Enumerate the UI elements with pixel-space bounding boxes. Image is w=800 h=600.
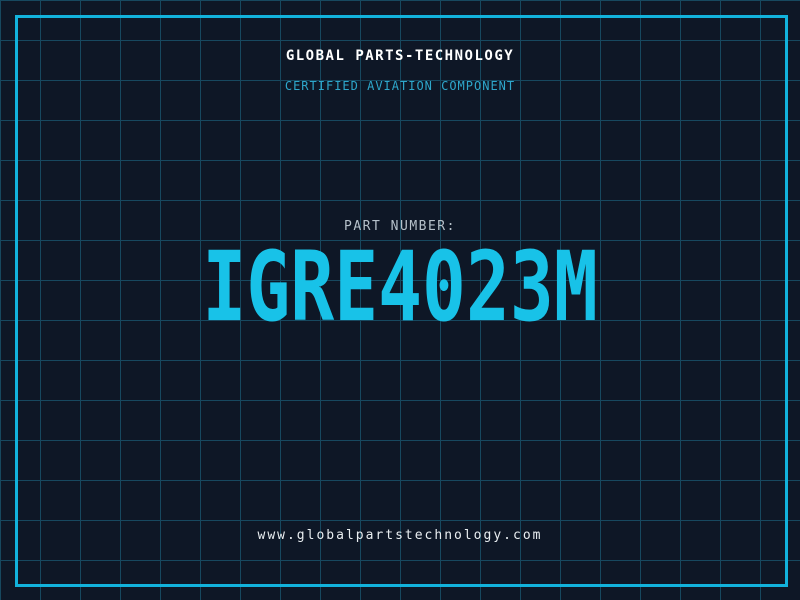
certification-subtitle: CERTIFIED AVIATION COMPONENT bbox=[284, 79, 516, 93]
part-number-container: IGRE4023M bbox=[0, 239, 800, 339]
brand-title: GLOBAL PARTS-TECHNOLOGY bbox=[285, 48, 515, 64]
website-url: www.globalpartstechnology.com bbox=[257, 528, 543, 543]
part-number-value: IGRE4023M bbox=[202, 231, 598, 343]
part-label-placard: GLOBAL PARTS-TECHNOLOGY CERTIFIED AVIATI… bbox=[0, 0, 800, 600]
